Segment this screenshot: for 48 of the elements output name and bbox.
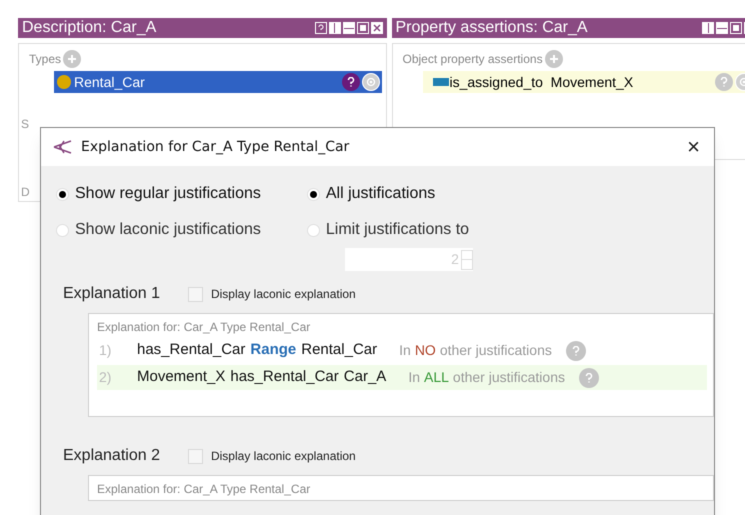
radio-label: Show regular justifications	[75, 184, 261, 204]
radio-button[interactable]	[306, 224, 320, 236]
panel-title: Property assertions: Car_A	[396, 18, 588, 38]
property-icon	[432, 78, 448, 86]
radio-button[interactable]	[56, 188, 69, 200]
axiom-row[interactable]: 1) has_Rental_Car Range Rental_Car In NO other justifications	[97, 338, 707, 363]
annotation-icon[interactable]	[362, 73, 380, 91]
axiom-row[interactable]: 2) Movement_X has_Rental_Car Car_A In ALL other justifications	[97, 365, 707, 390]
checkbox[interactable]	[188, 286, 203, 302]
explanation-caption: Explanation for: Car_A Type Rental_Car	[97, 319, 312, 336]
help-icon[interactable]	[342, 73, 360, 91]
section-label: Types	[29, 51, 62, 68]
help-icon[interactable]	[314, 22, 326, 34]
item-label: Rental_Car	[74, 72, 146, 92]
maximize-icon[interactable]	[356, 22, 368, 34]
line-number: 2)	[98, 368, 112, 387]
close-button[interactable]: ×	[687, 136, 700, 158]
panel-title: Description: Car_A	[22, 18, 156, 38]
radio-label: Limit justifications to	[326, 220, 470, 240]
radio-button[interactable]	[56, 224, 69, 236]
line-number: 1)	[98, 341, 112, 360]
app-icon	[53, 139, 73, 155]
class-icon	[57, 75, 71, 89]
radio-label: All justifications	[326, 184, 436, 204]
justification-note: In ALL other justifications	[408, 368, 565, 387]
section-label: Object property assertions	[402, 51, 543, 68]
section-label: S	[20, 116, 30, 133]
checkbox[interactable]	[188, 448, 203, 464]
split-columns-icon[interactable]	[328, 22, 340, 34]
close-icon[interactable]	[370, 22, 382, 34]
checkbox-label: Display laconic explanation	[210, 286, 356, 303]
list-item[interactable]: Rental_Car	[54, 71, 382, 93]
split-rows-icon[interactable]	[716, 22, 728, 34]
checkbox-label: Display laconic explanation	[210, 448, 356, 465]
radio-button[interactable]	[306, 188, 320, 200]
explanation-heading: Explanation 2	[63, 446, 160, 466]
section-label: D	[20, 184, 30, 201]
maximize-icon[interactable]	[730, 22, 742, 34]
axiom-text: Movement_X has_Rental_Car Car_A	[137, 367, 386, 388]
split-rows-icon[interactable]	[342, 22, 354, 34]
explanation-caption: Explanation for: Car_A Type Rental_Car	[97, 481, 312, 498]
justification-note: In NO other justifications	[399, 341, 552, 360]
dialog-title: Explanation for Car_A Type Rental_Car	[81, 138, 350, 156]
item-label: is_assigned_to Movement_X	[450, 72, 634, 92]
explanation-heading: Explanation 1	[63, 284, 160, 304]
split-columns-icon[interactable]	[702, 22, 714, 34]
axiom-text: has_Rental_Car Range Rental_Car	[137, 340, 378, 360]
radio-label: Show laconic justifications	[75, 220, 261, 240]
